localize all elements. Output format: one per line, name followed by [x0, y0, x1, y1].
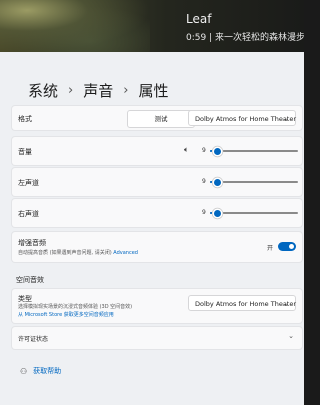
breadcrumb-separator: › [123, 83, 129, 98]
left-channel-value: 9 [202, 178, 206, 185]
breadcrumb-item-sound[interactable]: 声音 [83, 80, 113, 101]
spatial-type-description: 选择模拟现实场景的沉浸式音频体验 (3D 空间音效) [18, 304, 133, 310]
breadcrumb-item-properties: 属性 [138, 82, 169, 100]
volume-row: 音量 🔈︎ 9 [12, 137, 302, 165]
license-status-label: 许可证状态 [18, 336, 49, 343]
volume-value: 9 [202, 147, 206, 154]
enhance-audio-description-text: 自动提高音质 (如果遇到声音问题, 请关闭) [18, 250, 112, 256]
store-link[interactable]: 从 Microsoft Store 获取更多空间音频应用 [18, 311, 114, 318]
enhance-audio-description: 自动提高音质 (如果遇到声音问题, 请关闭) Advanced [18, 249, 138, 256]
breadcrumb: 系统 › 声音 › 属性 [28, 80, 168, 101]
toggle-knob [289, 244, 294, 249]
spatial-type-dropdown[interactable]: Dolby Atmos for Home Theater ⌄ [188, 295, 296, 311]
media-header: Leaf 0:59 | 来一次轻松的森林漫步。接 [0, 0, 304, 52]
volume-slider-track[interactable] [210, 150, 298, 152]
chevron-down-icon: ⌄ [283, 300, 289, 308]
right-channel-slider-track[interactable] [210, 212, 298, 214]
right-channel-row: 右声道 9 [12, 199, 302, 227]
format-dropdown[interactable]: Dolby Atmos for Home Theater ⌄ [188, 110, 296, 126]
get-help[interactable]: ⚇ 获取帮助 [20, 366, 61, 376]
spatial-sound-type-row: 类型 选择模拟现实场景的沉浸式音频体验 (3D 空间音效) 从 Microsof… [12, 289, 302, 323]
help-icon: ⚇ [20, 366, 28, 376]
media-title: Leaf [186, 12, 212, 26]
volume-slider-thumb[interactable] [214, 147, 222, 155]
chevron-down-icon: ⌄ [288, 332, 294, 340]
left-channel-slider-thumb[interactable] [214, 178, 222, 186]
format-dropdown-value: Dolby Atmos for Home Theater [195, 115, 297, 123]
license-status-row[interactable]: 许可证状态 ⌄ [12, 327, 302, 349]
get-help-label: 获取帮助 [33, 367, 62, 375]
left-channel-label: 左声道 [18, 179, 39, 187]
format-label: 格式 [18, 115, 32, 123]
speaker-icon[interactable]: 🔈︎ [184, 145, 189, 155]
enhance-audio-row: 增强音频 自动提高音质 (如果遇到声音问题, 请关闭) Advanced 开 [12, 232, 302, 262]
spatial-dropdown-value: Dolby Atmos for Home Theater [195, 300, 297, 308]
right-channel-value: 9 [202, 209, 206, 216]
test-button[interactable]: 测试 [127, 110, 195, 128]
enhance-audio-label: 增强音频 [18, 239, 46, 247]
advanced-link[interactable]: Advanced [113, 250, 138, 256]
format-row: 格式 测试 Dolby Atmos for Home Theater ⌄ [12, 106, 302, 130]
left-channel-row: 左声道 9 [12, 168, 302, 196]
breadcrumb-item-system[interactable]: 系统 [28, 80, 58, 101]
right-channel-label: 右声道 [18, 210, 39, 218]
enhance-audio-state: 开 [267, 245, 274, 252]
album-art [0, 0, 150, 52]
enhance-audio-toggle[interactable] [278, 242, 296, 251]
breadcrumb-separator: › [68, 83, 74, 98]
volume-label: 音量 [18, 148, 32, 156]
media-subtitle: 0:59 | 来一次轻松的森林漫步。接 [186, 33, 304, 43]
spatial-sound-section-title: 空间音效 [16, 276, 44, 284]
chevron-down-icon: ⌄ [283, 115, 289, 123]
right-channel-slider-thumb[interactable] [214, 209, 222, 217]
left-channel-slider-track[interactable] [210, 181, 298, 183]
settings-panel: 系统 › 声音 › 属性 格式 测试 Dolby Atmos for Home … [0, 52, 304, 405]
